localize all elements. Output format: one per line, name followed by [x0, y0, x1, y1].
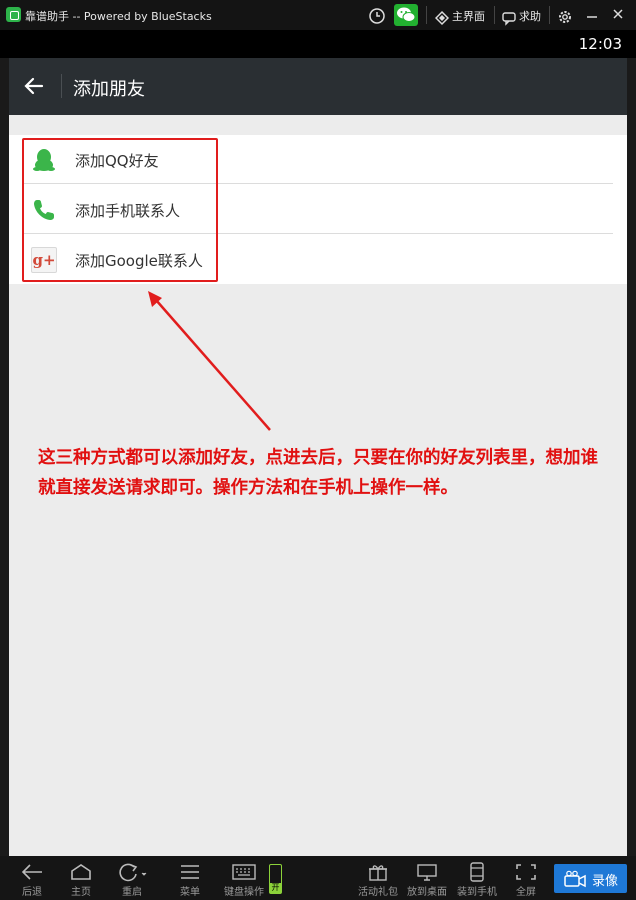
- home-icon: [71, 864, 91, 880]
- keyboard-toggle-label: 开: [270, 883, 281, 893]
- fullscreen-button[interactable]: 全屏: [505, 856, 547, 900]
- highlight-box: [22, 138, 218, 282]
- window-titlebar: 靠谱助手 -- Powered by BlueStacks 主界面 求助: [0, 0, 636, 30]
- desktop-icon: [417, 864, 437, 881]
- main-screen-button[interactable]: 主界面: [452, 8, 485, 24]
- record-label: 录像: [592, 874, 619, 889]
- phone-device-icon: [470, 862, 484, 882]
- close-icon[interactable]: [611, 6, 625, 22]
- place-on-desktop-button[interactable]: 放到桌面: [403, 856, 451, 900]
- app-logo-icon: [6, 7, 21, 22]
- gear-icon[interactable]: [557, 7, 573, 27]
- restart-icon: [119, 863, 147, 882]
- annotation-text: 这三种方式都可以添加好友，点进去后，只要在你的好友列表里，想加谁就直接发送请求即…: [38, 448, 598, 498]
- app-bar-divider: [61, 74, 62, 98]
- back-icon: [21, 864, 42, 880]
- help-chat-icon[interactable]: [502, 8, 516, 28]
- home-label: 主页: [71, 887, 91, 898]
- main-screen-icon[interactable]: [435, 8, 449, 28]
- keyboard-operation-button[interactable]: 键盘操作: [218, 856, 270, 900]
- android-status-bar: 12:03: [0, 30, 636, 58]
- back-arrow-icon[interactable]: [23, 75, 45, 97]
- video-camera-icon: [564, 870, 586, 888]
- record-button[interactable]: 录像: [554, 864, 627, 893]
- keyboard-toggle-switch[interactable]: 开: [269, 864, 282, 894]
- clock-icon[interactable]: [368, 6, 386, 26]
- keyboard-icon: [232, 864, 256, 880]
- place-on-desktop-label: 放到桌面: [407, 887, 447, 898]
- bottom-toolbar: 后退 主页 重启 菜单 键盘操作 开 活动礼包 放到桌面 装到手机 全屏 录像: [0, 856, 636, 900]
- status-time: 12:03: [578, 35, 622, 53]
- menu-label: 菜单: [180, 887, 200, 898]
- gift-pack-button[interactable]: 活动礼包: [354, 856, 402, 900]
- menu-button[interactable]: 菜单: [170, 856, 210, 900]
- home-button[interactable]: 主页: [61, 856, 101, 900]
- back-label: 后退: [22, 887, 42, 898]
- app-bar: 添加朋友: [9, 58, 627, 115]
- keyboard-operation-label: 键盘操作: [224, 887, 264, 898]
- titlebar-divider: [549, 6, 550, 24]
- page-title: 添加朋友: [73, 79, 145, 100]
- fullscreen-label: 全屏: [516, 887, 536, 898]
- window-title: 靠谱助手 -- Powered by BlueStacks: [25, 10, 212, 23]
- gift-pack-label: 活动礼包: [358, 887, 398, 898]
- menu-icon: [181, 865, 199, 879]
- gift-icon: [369, 865, 387, 881]
- titlebar-divider: [494, 6, 495, 24]
- restart-button[interactable]: 重启: [110, 856, 154, 900]
- titlebar-divider: [426, 6, 427, 24]
- minimize-icon[interactable]: [585, 6, 599, 22]
- fullscreen-icon: [516, 864, 536, 880]
- restart-label: 重启: [122, 887, 142, 898]
- install-to-phone-button[interactable]: 装到手机: [453, 856, 501, 900]
- back-button[interactable]: 后退: [12, 856, 52, 900]
- wechat-icon[interactable]: [394, 4, 418, 26]
- help-button[interactable]: 求助: [519, 8, 541, 24]
- install-to-phone-label: 装到手机: [457, 887, 497, 898]
